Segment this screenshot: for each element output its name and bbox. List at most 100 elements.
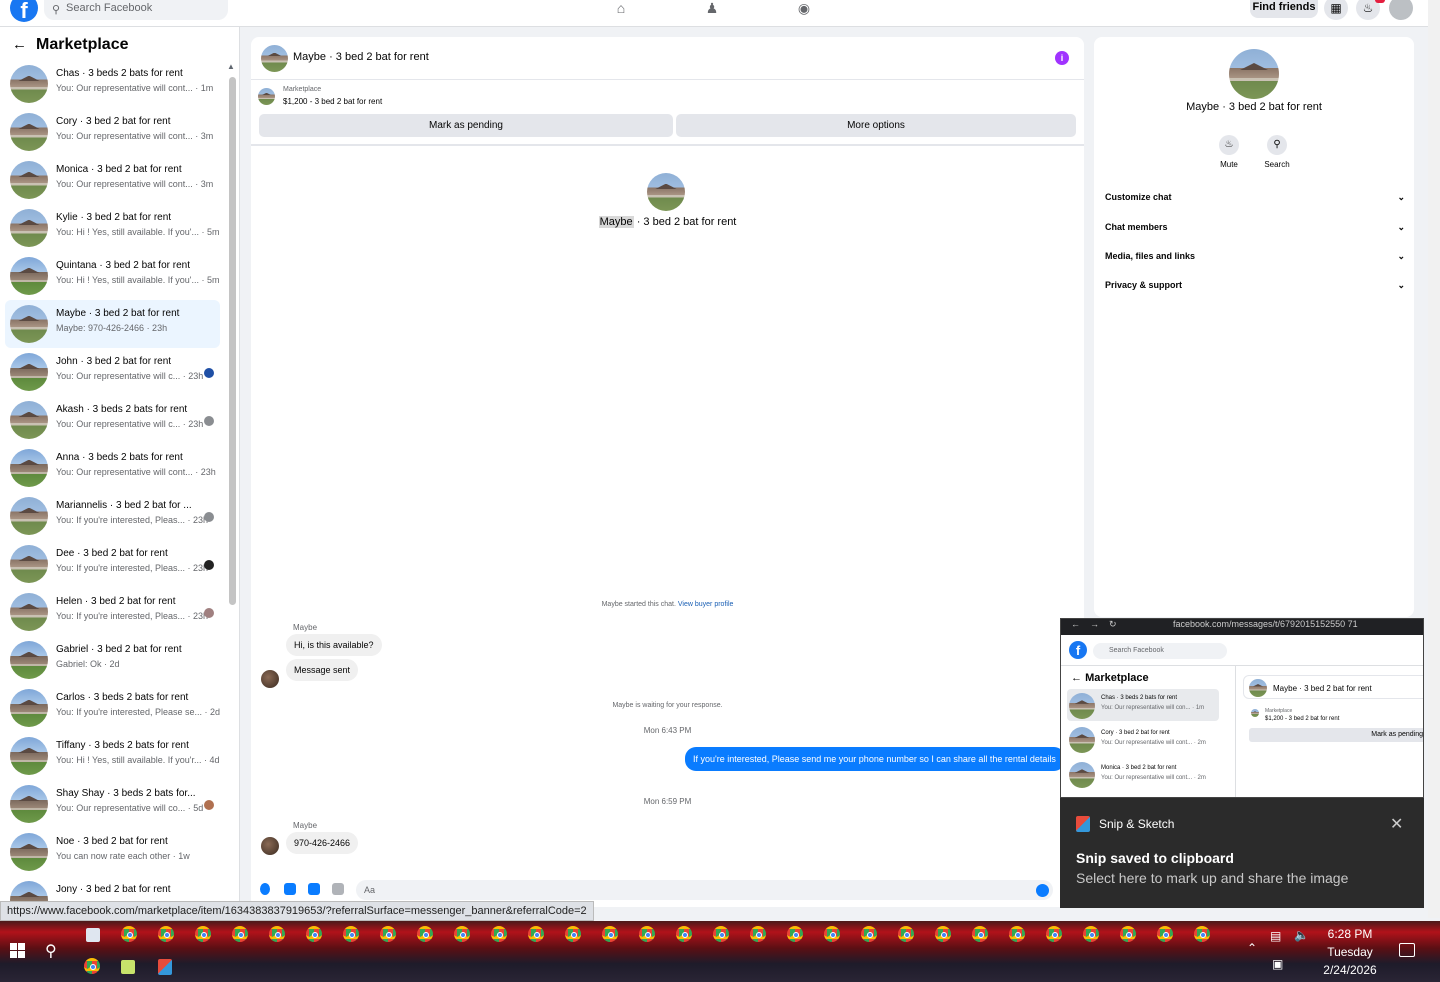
conversation-item-carlos[interactable]: Carlos · 3 beds 2 bats for rent You: If y… xyxy=(5,684,220,732)
chrome-taskbar-icon[interactable] xyxy=(158,926,174,942)
incoming-message[interactable]: Message sent xyxy=(286,659,359,681)
chrome-taskbar-icon[interactable] xyxy=(1194,926,1210,942)
conversation-item-chas[interactable]: Chas · 3 beds 2 bats for rent You: Our re… xyxy=(5,60,220,108)
chrome-taskbar-icon[interactable] xyxy=(972,926,988,942)
mute-bell-icon[interactable]: ♨ xyxy=(1219,135,1239,155)
taskbar-app-icon[interactable] xyxy=(86,928,100,942)
chrome-taskbar-icon[interactable] xyxy=(824,926,840,942)
conversation-item-maybe[interactable]: Maybe · 3 bed 2 bat for rent Maybe: 970-4… xyxy=(5,300,220,348)
chrome-taskbar-icon[interactable] xyxy=(1009,926,1025,942)
groups-icon[interactable]: ◉ xyxy=(795,0,813,18)
conversation-item-helen[interactable]: Helen · 3 bed 2 bat for rent You: If you'… xyxy=(5,588,220,636)
chrome-taskbar-icon[interactable] xyxy=(1120,926,1136,942)
conversation-item-anna[interactable]: Anna · 3 beds 2 bats for rent You: Our re… xyxy=(5,444,220,492)
chrome-taskbar-icon[interactable] xyxy=(639,926,655,942)
listing-banner-price[interactable]: $1,200 - 3 bed 2 bat for rent xyxy=(283,97,382,106)
chrome-taskbar-icon[interactable] xyxy=(787,926,803,942)
back-arrow-icon[interactable]: ← xyxy=(12,36,28,53)
profile-avatar[interactable] xyxy=(1389,0,1413,20)
find-friends-button[interactable]: Find friends xyxy=(1250,0,1318,18)
action-center-icon[interactable] xyxy=(1399,943,1415,957)
sticker-icon[interactable] xyxy=(308,883,320,895)
emoji-icon[interactable] xyxy=(1036,884,1049,897)
conversation-list-scrollbar[interactable] xyxy=(229,77,236,605)
incoming-message[interactable]: Hi, is this available? xyxy=(286,634,382,656)
friends-icon[interactable]: ♟ xyxy=(703,0,721,18)
windows-start-icon[interactable] xyxy=(10,943,26,959)
message-input[interactable]: Aa xyxy=(356,880,1053,900)
conversation-item-tiffany[interactable]: Tiffany · 3 beds 2 bats for rent You: Hi … xyxy=(5,732,220,780)
menu-grid-icon[interactable]: ▦ xyxy=(1324,0,1348,20)
chrome-taskbar-icon[interactable] xyxy=(306,926,322,942)
facebook-search-input[interactable]: ⚲ Search Facebook xyxy=(44,0,228,20)
conversation-item-akash[interactable]: Akash · 3 beds 2 bats for rent You: Our r… xyxy=(5,396,220,444)
scroll-up-arrow[interactable]: ▲ xyxy=(227,62,235,71)
chrome-taskbar-icon[interactable] xyxy=(343,926,359,942)
chrome-taskbar-icon[interactable] xyxy=(935,926,951,942)
search-in-conversation-icon[interactable]: ⚲ xyxy=(1267,135,1287,155)
chat-header-title[interactable]: Maybe · 3 bed 2 bat for rent xyxy=(293,51,429,63)
privacy-support-row[interactable]: Privacy & support ⌄ xyxy=(1105,280,1405,290)
chrome-taskbar-icon[interactable] xyxy=(454,926,470,942)
chrome-taskbar-icon[interactable] xyxy=(602,926,618,942)
chrome-taskbar-icon[interactable] xyxy=(898,926,914,942)
chrome-taskbar-icon[interactable] xyxy=(1083,926,1099,942)
snip-sketch-notification[interactable]: Snip & Sketch ✕ Snip saved to clipboard … xyxy=(1060,798,1424,908)
notepad-taskbar-icon[interactable] xyxy=(121,960,135,974)
conversation-item-gabriel[interactable]: Gabriel · 3 bed 2 bat for rent Gabriel: O… xyxy=(5,636,220,684)
chrome-taskbar-icon[interactable] xyxy=(565,926,581,942)
photo-icon[interactable] xyxy=(284,883,296,895)
home-icon[interactable]: ⌂ xyxy=(612,0,630,18)
sender-avatar[interactable] xyxy=(261,837,279,855)
close-icon[interactable]: ✕ xyxy=(1390,814,1403,834)
chrome-taskbar-icon[interactable] xyxy=(121,926,137,942)
gif-icon[interactable] xyxy=(332,883,344,895)
meet-now-icon[interactable]: ▣ xyxy=(1272,957,1283,971)
chrome-taskbar-icon[interactable] xyxy=(861,926,877,942)
chat-members-row[interactable]: Chat members ⌄ xyxy=(1105,222,1405,232)
show-hidden-icons-chevron[interactable]: ⌃ xyxy=(1247,941,1257,955)
chat-header-avatar[interactable] xyxy=(261,45,288,72)
facebook-logo[interactable]: f xyxy=(10,0,38,23)
mark-as-pending-button[interactable]: Mark as pending xyxy=(259,114,673,137)
chrome-taskbar-icon[interactable] xyxy=(269,926,285,942)
chrome-taskbar-icon[interactable] xyxy=(1157,926,1173,942)
page-scrollbar[interactable] xyxy=(1428,0,1440,918)
chrome-taskbar-icon[interactable] xyxy=(528,926,544,942)
microphone-icon[interactable] xyxy=(260,883,270,895)
notifications-bell-icon[interactable]: ♨ xyxy=(1356,0,1380,20)
conversation-item-mariannelis[interactable]: Mariannelis · 3 bed 2 bat for ... You: If… xyxy=(5,492,220,540)
chrome-taskbar-icon[interactable] xyxy=(713,926,729,942)
conversation-item-quintana[interactable]: Quintana · 3 bed 2 bat for rent You: Hi !… xyxy=(5,252,220,300)
incoming-message[interactable]: 970-426-2466 xyxy=(286,832,359,854)
more-options-button[interactable]: More options xyxy=(676,114,1076,137)
customize-chat-row[interactable]: Customize chat ⌄ xyxy=(1105,192,1405,202)
chrome-taskbar-icon[interactable] xyxy=(750,926,766,942)
chrome-taskbar-icon[interactable] xyxy=(676,926,692,942)
chrome-taskbar-icon[interactable] xyxy=(380,926,396,942)
listing-banner-thumbnail[interactable] xyxy=(258,88,275,105)
chrome-taskbar-icon[interactable] xyxy=(232,926,248,942)
conversation-item-shay-shay[interactable]: Shay Shay · 3 beds 2 bats for... You: Our… xyxy=(5,780,220,828)
media-files-links-row[interactable]: Media, files and links ⌄ xyxy=(1105,251,1405,261)
volume-icon[interactable]: 🔈 xyxy=(1294,928,1309,942)
conversation-item-kylie[interactable]: Kylie · 3 bed 2 bat for rent You: Hi ! Ye… xyxy=(5,204,220,252)
conversation-item-monica[interactable]: Monica · 3 bed 2 bat for rent You: Our re… xyxy=(5,156,220,204)
chrome-taskbar-icon[interactable] xyxy=(1046,926,1062,942)
snip-preview-image[interactable]: ←→↻ facebook.com/messages/t/6792015152550… xyxy=(1060,618,1424,798)
chrome-taskbar-icon[interactable] xyxy=(195,926,211,942)
chrome-taskbar-icon[interactable] xyxy=(84,958,100,974)
network-icon[interactable]: ▤ xyxy=(1270,929,1281,943)
taskbar-search-icon[interactable]: ⚲ xyxy=(45,941,57,961)
conversation-info-icon[interactable]: i xyxy=(1055,51,1069,65)
sender-avatar[interactable] xyxy=(261,670,279,688)
chrome-taskbar-icon[interactable] xyxy=(417,926,433,942)
outgoing-message[interactable]: If you're interested, Please send me you… xyxy=(685,747,1065,771)
conversation-item-cory[interactable]: Cory · 3 bed 2 bat for rent You: Our repr… xyxy=(5,108,220,156)
taskbar-clock[interactable]: 6:28 PM Tuesday 2/24/2026 xyxy=(1312,925,1388,979)
snip-sketch-taskbar-icon[interactable] xyxy=(158,959,172,975)
conversation-item-dee[interactable]: Dee · 3 bed 2 bat for rent You: If you're… xyxy=(5,540,220,588)
chrome-taskbar-icon[interactable] xyxy=(491,926,507,942)
conversation-item-john[interactable]: John · 3 bed 2 bat for rent You: Our repr… xyxy=(5,348,220,396)
view-buyer-profile-link[interactable]: View buyer profile xyxy=(678,601,734,608)
